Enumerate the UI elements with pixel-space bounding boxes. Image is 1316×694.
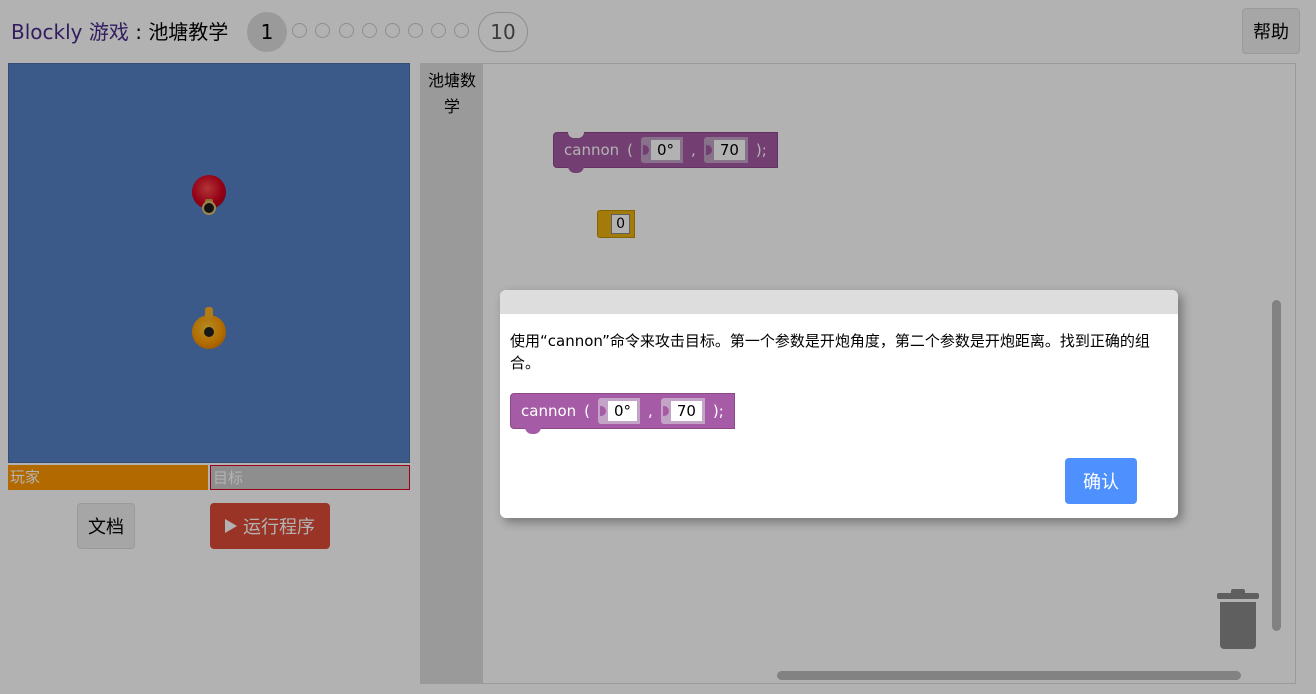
block-open-paren: ( [584,402,590,420]
example-cannon-block: cannon ( 0° , 70 ); [510,393,735,434]
block-close: ); [712,402,724,420]
distance-slot: 70 [660,398,705,424]
block-keyword: cannon [521,402,577,420]
distance-field: 70 [670,401,702,421]
block-next-notch [525,427,541,434]
pond-tutor-app: Blockly 游戏 : 池塘教学 1 10 帮助 玩家 目标 文档 运行程序 [0,0,1316,694]
block-comma: , [648,402,653,420]
confirm-button[interactable]: 确认 [1065,458,1137,504]
dialog-text: 使用“cannon”命令来攻击目标。第一个参数是开炮角度，第二个参数是开炮距离。… [510,332,1150,372]
tutorial-dialog: 使用“cannon”命令来攻击目标。第一个参数是开炮角度，第二个参数是开炮距离。… [500,290,1178,518]
angle-field: 0° [608,401,638,421]
dialog-header[interactable] [500,290,1178,314]
angle-slot: 0° [598,398,641,424]
